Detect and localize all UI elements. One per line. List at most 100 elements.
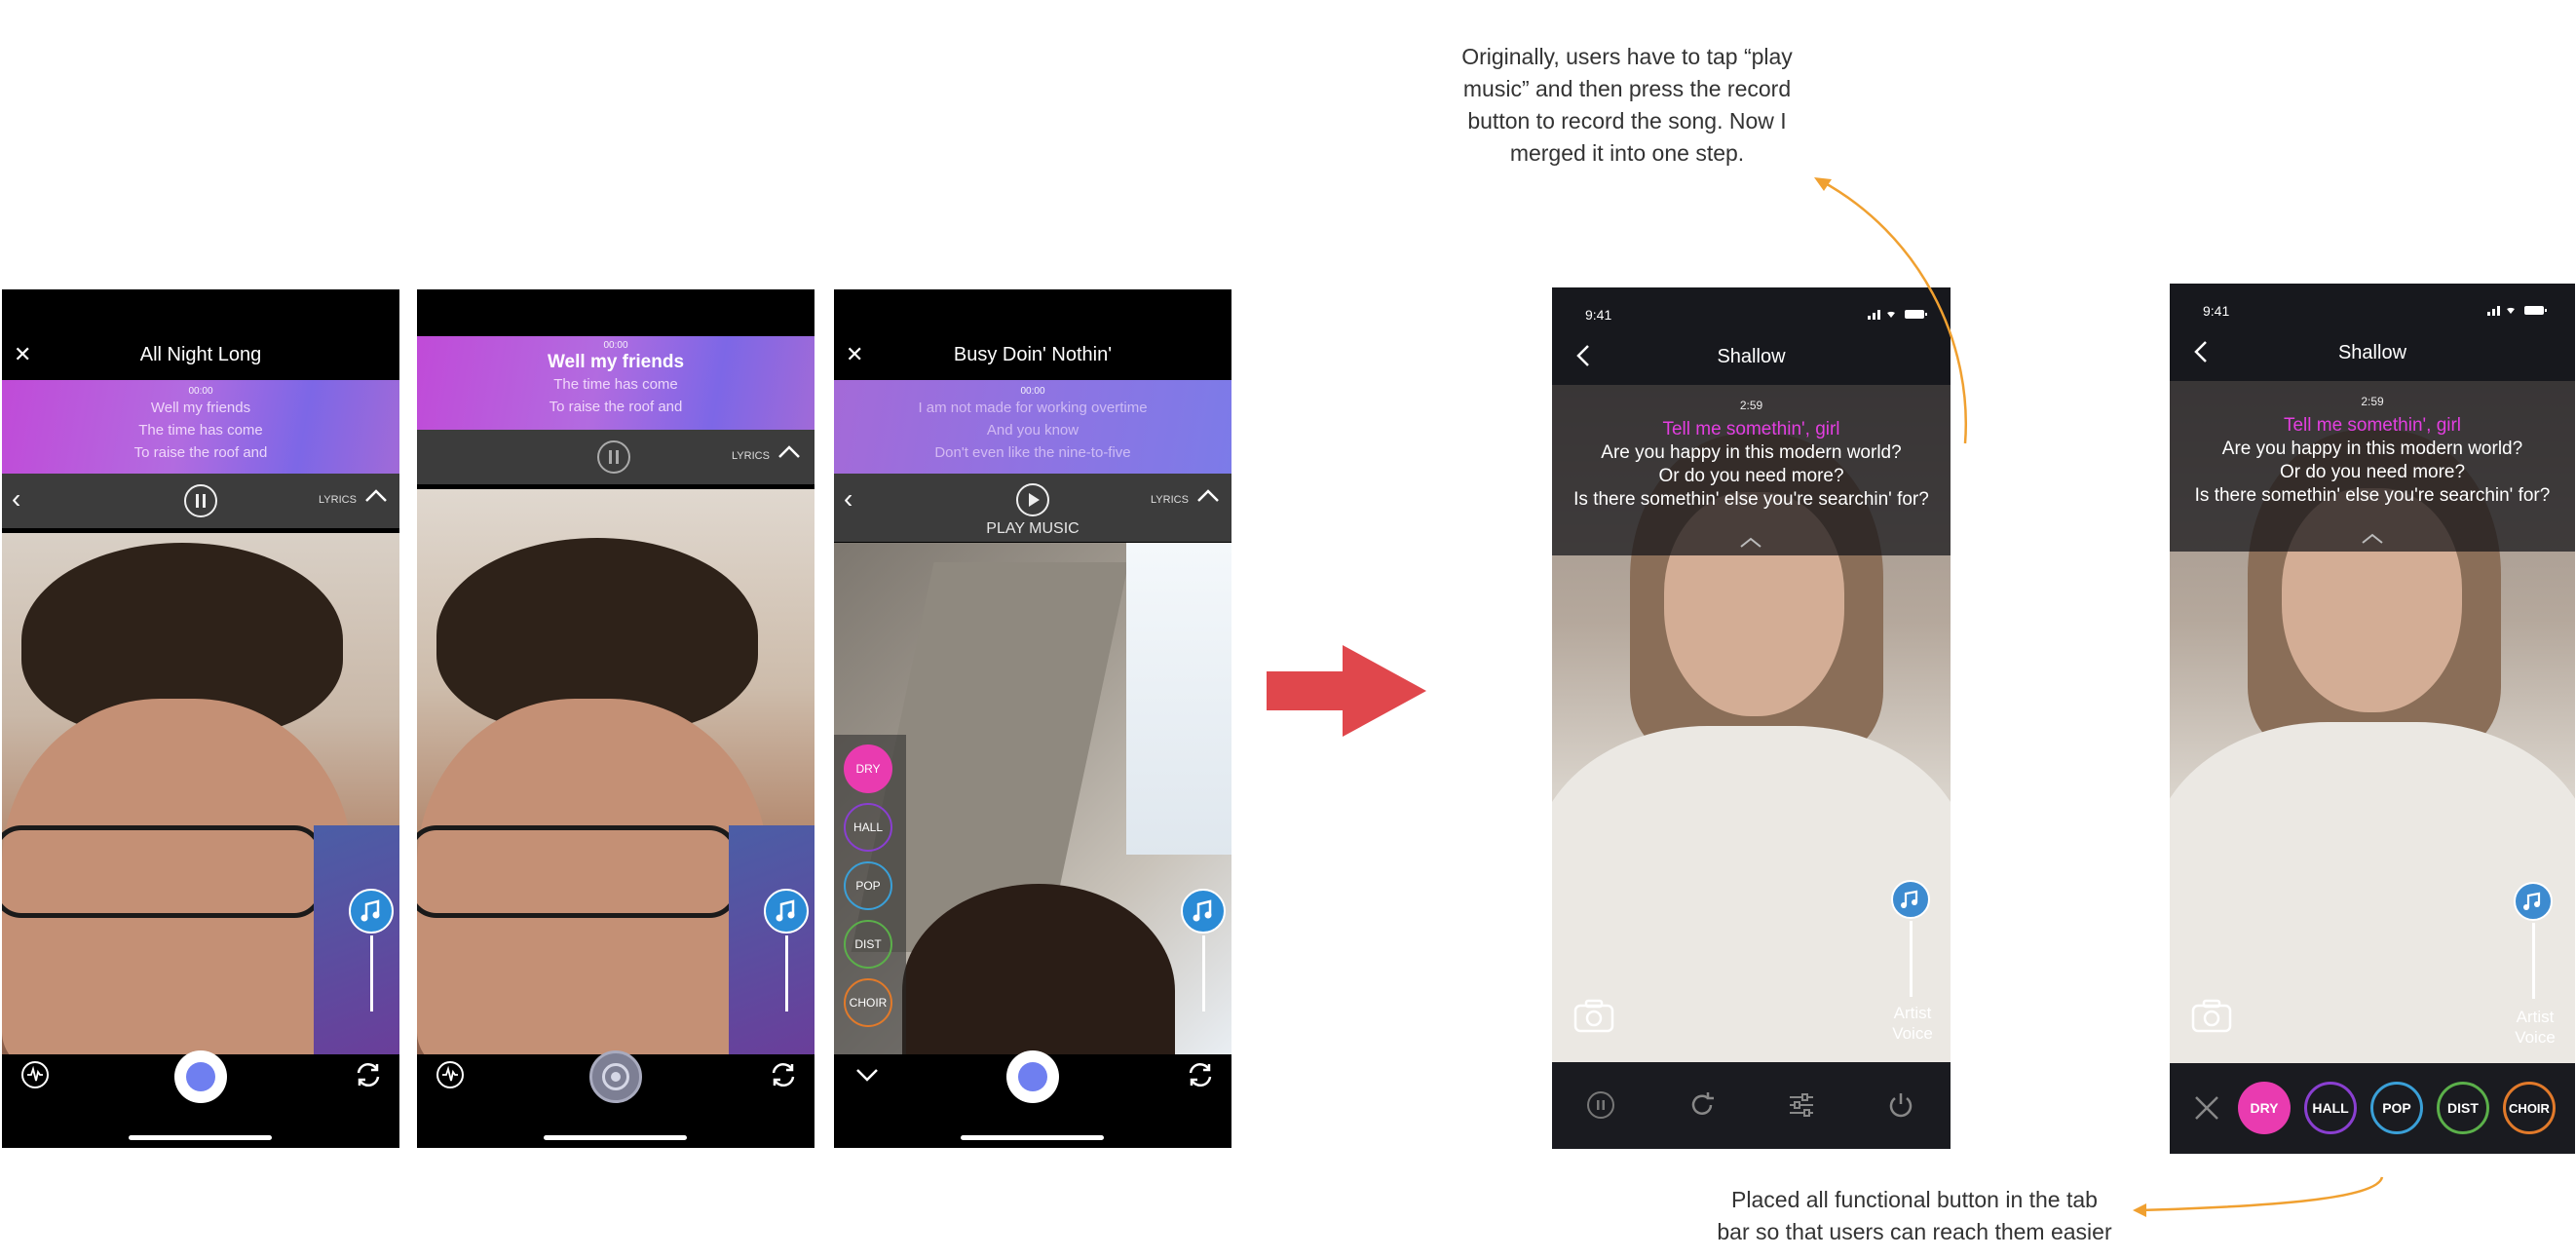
effect-pop-button[interactable]: POP xyxy=(844,861,892,910)
lyric-line: Are you happy in this modern world? xyxy=(2221,439,2523,459)
waveform-icon[interactable] xyxy=(21,1061,49,1088)
playback-bar: ‹ LYRICS xyxy=(2,474,399,528)
bottom-bar xyxy=(834,1050,1231,1148)
music-note-icon[interactable] xyxy=(349,889,394,934)
play-button[interactable] xyxy=(1016,483,1049,516)
camera-preview xyxy=(417,489,814,1069)
lyrics-toggle-label[interactable]: LYRICS xyxy=(732,450,770,462)
glasses-shape xyxy=(417,825,739,918)
music-note-icon[interactable] xyxy=(2514,882,2553,921)
voice-label[interactable]: Artist Voice xyxy=(2486,1007,2575,1048)
lyric-line: To raise the roof and xyxy=(549,399,683,415)
lyric-line: Is there somethin' else you're searchin'… xyxy=(1573,489,1929,510)
lyric-line: The time has come xyxy=(138,422,263,439)
chevron-up-icon[interactable] xyxy=(1196,487,1220,503)
lyric-line: I am not made for working overtime xyxy=(918,400,1148,416)
power-icon[interactable] xyxy=(1885,1089,1916,1121)
music-note-icon[interactable] xyxy=(1181,889,1226,934)
refresh-icon[interactable] xyxy=(1686,1089,1718,1121)
song-title: Busy Doin' Nothin' xyxy=(953,344,1113,365)
chevron-up-icon[interactable] xyxy=(2361,533,2384,545)
music-note-icon[interactable] xyxy=(1891,880,1930,919)
status-time: 9:41 xyxy=(2203,303,2230,319)
back-icon[interactable]: ‹ xyxy=(12,483,20,515)
tab-bar xyxy=(1552,1062,1951,1149)
chevron-up-icon[interactable] xyxy=(1739,537,1762,549)
camera-icon[interactable] xyxy=(1572,997,1616,1036)
volume-slider[interactable] xyxy=(785,935,788,1011)
chevron-down-icon[interactable] xyxy=(855,1068,879,1084)
chevron-up-icon[interactable] xyxy=(777,443,801,459)
volume-slider[interactable] xyxy=(1910,921,1913,997)
recording-button[interactable] xyxy=(589,1050,642,1103)
effect-dry-button[interactable]: DRY xyxy=(2238,1082,2291,1134)
recording-dot xyxy=(611,1072,621,1082)
lyric-line: Or do you need more? xyxy=(1658,466,1844,486)
lyric-line: The time has come xyxy=(553,376,678,393)
effect-label: POP xyxy=(855,879,881,893)
effect-dist-button[interactable]: DIST xyxy=(2437,1082,2489,1134)
lyrics-toggle-label[interactable]: LYRICS xyxy=(1151,494,1189,506)
flip-camera-icon[interactable] xyxy=(1185,1059,1216,1090)
playback-bar: ‹ PLAY MUSIC LYRICS xyxy=(834,474,1231,542)
phone-screen-2: 00:00 Well my friends The time has come … xyxy=(417,289,814,1148)
effect-label: HALL xyxy=(2312,1100,2349,1116)
effect-label: DIST xyxy=(2447,1100,2479,1116)
record-button[interactable] xyxy=(1006,1050,1059,1103)
back-icon[interactable]: ‹ xyxy=(844,483,852,515)
waveform-icon[interactable] xyxy=(436,1061,464,1088)
pause-button[interactable] xyxy=(184,484,217,517)
effect-label: DRY xyxy=(855,762,881,776)
volume-slider[interactable] xyxy=(370,935,373,1011)
annotation-line: merged it into one step. xyxy=(1509,140,1745,166)
bottom-bar xyxy=(2,1050,399,1148)
chevron-up-icon[interactable] xyxy=(364,487,388,503)
play-music-label[interactable]: PLAY MUSIC xyxy=(834,520,1231,538)
record-button[interactable] xyxy=(174,1050,227,1103)
glasses-shape xyxy=(2,825,323,918)
lyric-line: And you know xyxy=(986,422,1080,439)
song-title: Shallow xyxy=(2337,342,2407,363)
voice-label[interactable]: Artist Voice xyxy=(1864,1003,1951,1044)
effect-label: DRY xyxy=(2250,1100,2279,1116)
pause-button[interactable] xyxy=(597,440,630,474)
status-icons xyxy=(2485,303,2554,317)
lyrics-band: 00:00 I am not made for working overtime… xyxy=(834,380,1231,474)
effect-choir-button[interactable]: CHOIR xyxy=(844,978,892,1027)
annotation-arrow-bottom xyxy=(2129,1169,2392,1228)
effect-label: POP xyxy=(2382,1100,2411,1116)
pause-button[interactable] xyxy=(1587,1091,1614,1119)
lyric-line: To raise the roof and xyxy=(133,444,268,461)
lyric-line-active: Tell me somethin', girl xyxy=(2283,415,2462,436)
effect-dist-button[interactable]: DIST xyxy=(844,920,892,969)
lyrics-toggle-label[interactable]: LYRICS xyxy=(319,494,357,506)
camera-icon[interactable] xyxy=(2189,997,2234,1036)
volume-slider[interactable] xyxy=(2532,923,2535,999)
voice-label-line: Voice xyxy=(2515,1028,2556,1047)
annotation-bottom: Placed all functional button in the tab … xyxy=(1686,1184,2143,1248)
effect-hall-button[interactable]: HALL xyxy=(2304,1082,2357,1134)
close-icon[interactable]: ✕ xyxy=(14,342,31,367)
effect-hall-button[interactable]: HALL xyxy=(844,803,892,852)
song-time: 2:59 xyxy=(2361,395,2384,408)
lyric-line: Don't even like the nine-to-five xyxy=(934,444,1131,461)
close-icon[interactable] xyxy=(2193,1094,2220,1122)
music-note-icon[interactable] xyxy=(764,889,809,934)
effect-label: DIST xyxy=(854,937,882,951)
playback-bar: LYRICS xyxy=(417,430,814,484)
annotation-line: Originally, users have to tap “play xyxy=(1461,44,1793,69)
flip-camera-icon[interactable] xyxy=(768,1059,799,1090)
home-indicator xyxy=(129,1135,272,1140)
close-icon[interactable]: ✕ xyxy=(846,342,863,367)
lyric-line: Or do you need more? xyxy=(2279,462,2466,482)
song-title: All Night Long xyxy=(139,344,262,365)
flip-camera-icon[interactable] xyxy=(353,1059,384,1090)
effect-choir-button[interactable]: CHOIR xyxy=(2503,1082,2556,1134)
annotation-arrow-top xyxy=(1802,166,1978,448)
effect-dry-button[interactable]: DRY xyxy=(844,744,892,793)
phone-screen-1: All Night Long ✕ 00:00 Well my friends T… xyxy=(2,289,399,1148)
record-dot xyxy=(186,1062,215,1091)
sliders-icon[interactable] xyxy=(1786,1089,1817,1121)
volume-slider[interactable] xyxy=(1202,935,1205,1011)
effect-pop-button[interactable]: POP xyxy=(2370,1082,2423,1134)
